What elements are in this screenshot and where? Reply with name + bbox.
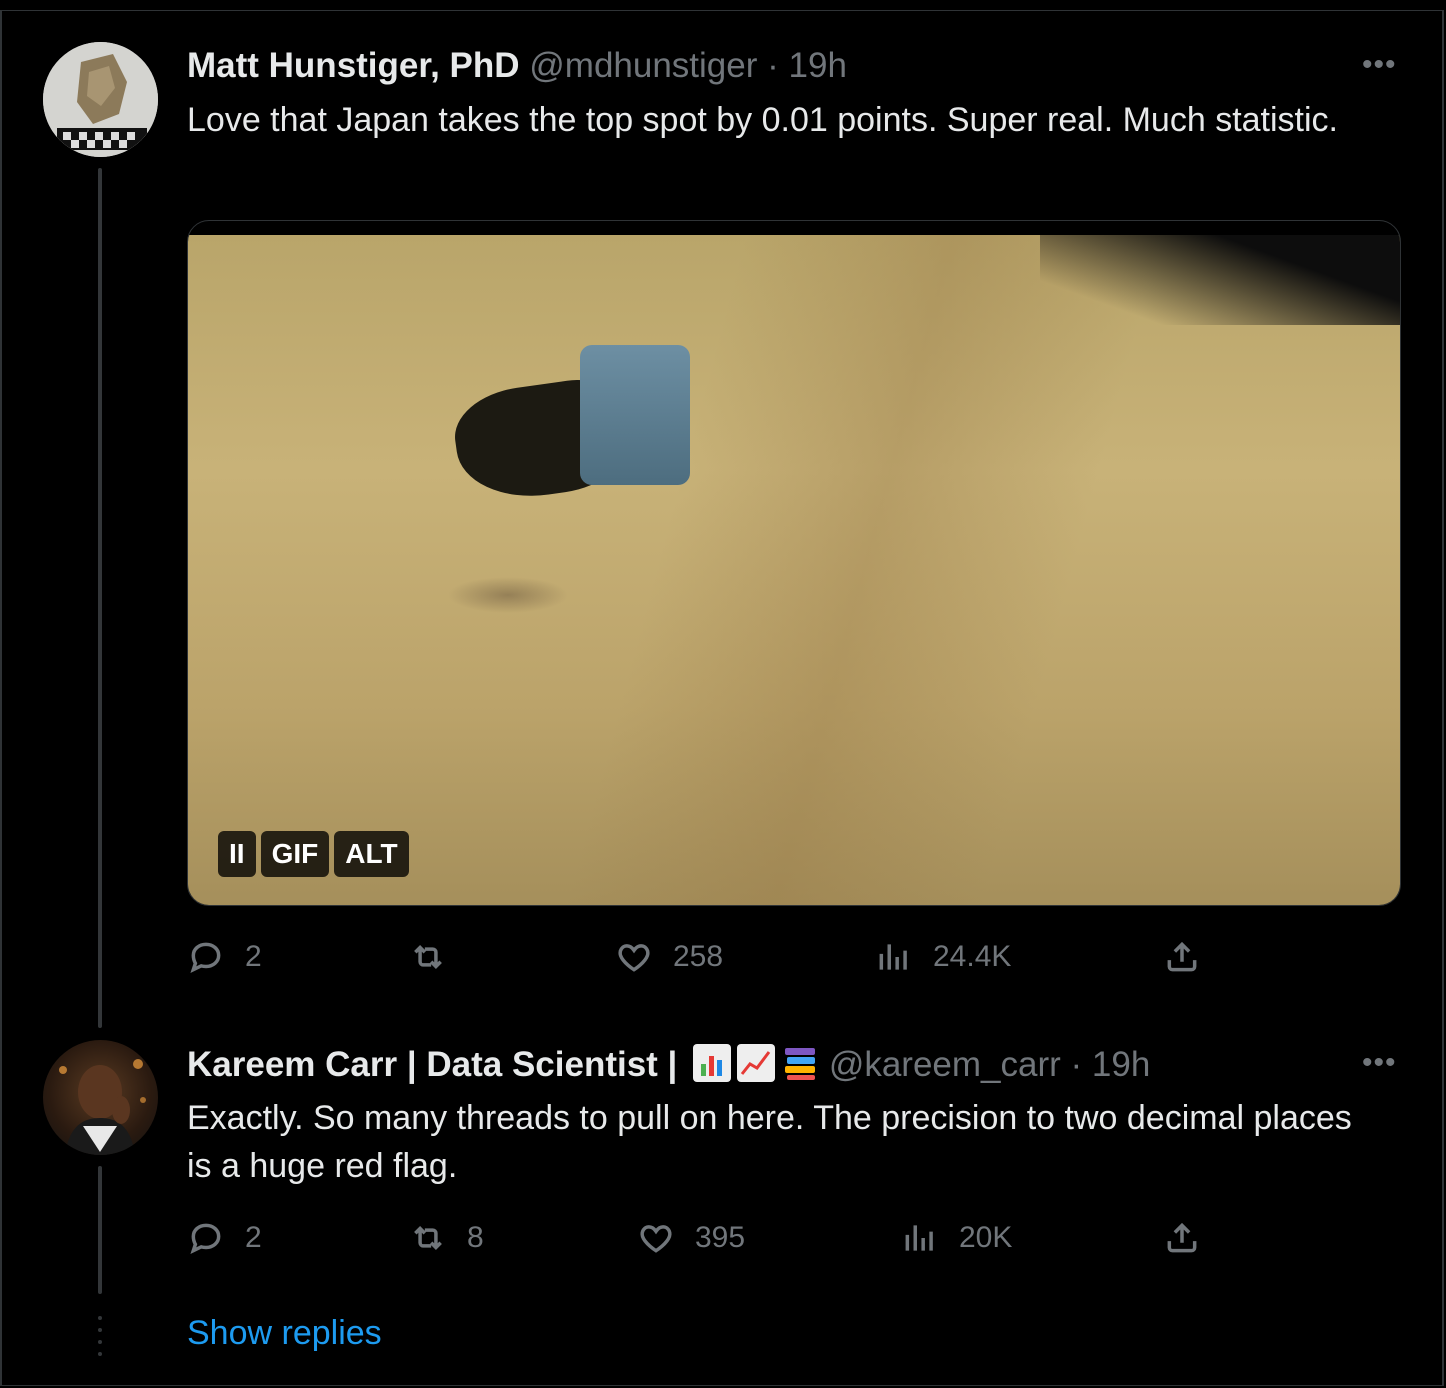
reply-icon xyxy=(190,1223,221,1254)
thread-continuation-dots xyxy=(98,1316,102,1364)
heart-icon xyxy=(640,1225,672,1253)
user-handle[interactable]: @mdhunstiger xyxy=(529,46,757,85)
reply-button[interactable]: 2 xyxy=(187,938,262,976)
tweet-header: Kareem Carr | Data Scientist | @kareem_c… xyxy=(187,1044,1150,1085)
view-count: 20K xyxy=(959,1221,1013,1254)
more-options-button[interactable]: ••• xyxy=(1362,48,1397,82)
view-count: 24.4K xyxy=(933,940,1012,973)
share-button[interactable] xyxy=(1163,938,1201,976)
tweet-header: Matt Hunstiger, PhD @mdhunstiger · 19h xyxy=(187,46,847,86)
display-name[interactable]: Kareem Carr | Data Scientist | xyxy=(187,1045,677,1084)
shadow-area xyxy=(1040,235,1400,325)
alt-text-button[interactable]: ALT xyxy=(334,831,409,877)
avatar[interactable] xyxy=(43,1040,158,1155)
avatar-image xyxy=(43,42,158,157)
views-button[interactable]: 20K xyxy=(901,1219,1012,1257)
analytics-icon xyxy=(879,944,907,970)
gif-media[interactable]: II GIF ALT xyxy=(187,220,1401,906)
books-emoji xyxy=(781,1044,819,1082)
share-icon xyxy=(1167,1222,1197,1253)
like-button[interactable]: 258 xyxy=(615,938,723,976)
gif-badge: GIF xyxy=(260,831,330,877)
more-options-button[interactable]: ••• xyxy=(1362,1046,1397,1080)
like-count: 258 xyxy=(673,940,724,973)
heart-icon xyxy=(618,944,650,972)
views-button[interactable]: 24.4K xyxy=(875,938,1011,976)
retweet-count: 8 xyxy=(467,1221,484,1254)
avatar-image xyxy=(59,1059,146,1155)
tweet-timestamp[interactable]: · 19h xyxy=(1071,1045,1151,1084)
vehicle xyxy=(580,345,690,485)
retweet-icon xyxy=(414,1226,442,1250)
gif-frame xyxy=(188,235,1400,905)
display-name[interactable]: Matt Hunstiger, PhD xyxy=(187,46,520,85)
share-button[interactable] xyxy=(1163,1219,1201,1257)
like-count: 395 xyxy=(695,1221,746,1254)
tweet-text: Love that Japan takes the top spot by 0.… xyxy=(187,101,1339,139)
user-handle[interactable]: @kareem_carr xyxy=(829,1045,1061,1084)
thread-connector xyxy=(98,1166,102,1294)
reply-count: 2 xyxy=(245,1221,262,1254)
chart-increasing-emoji xyxy=(737,1044,776,1082)
retweet-icon xyxy=(414,945,442,969)
retweet-button[interactable] xyxy=(409,938,467,976)
analytics-icon xyxy=(905,1225,933,1251)
reply-button[interactable]: 2 xyxy=(187,1219,262,1257)
tweet-text: Exactly. So many threads to pull on here… xyxy=(187,1099,1352,1185)
pause-button[interactable]: II xyxy=(218,831,256,877)
like-button[interactable]: 395 xyxy=(637,1219,745,1257)
bar-chart-emoji xyxy=(693,1044,732,1082)
tweet-actions: 2 8 395 20K xyxy=(187,1219,1237,1269)
thread-connector xyxy=(98,168,102,1028)
media-controls: II GIF ALT xyxy=(218,831,409,877)
tweet-timestamp[interactable]: · 19h xyxy=(767,46,847,85)
retweet-button[interactable]: 8 xyxy=(409,1219,484,1257)
reply-icon xyxy=(190,942,221,973)
share-icon xyxy=(1167,941,1197,972)
tweet-actions: 2 258 24.4K xyxy=(187,938,1237,988)
show-replies-link[interactable]: Show replies xyxy=(187,1314,382,1353)
reply-count: 2 xyxy=(245,940,262,973)
avatar[interactable] xyxy=(43,42,158,157)
